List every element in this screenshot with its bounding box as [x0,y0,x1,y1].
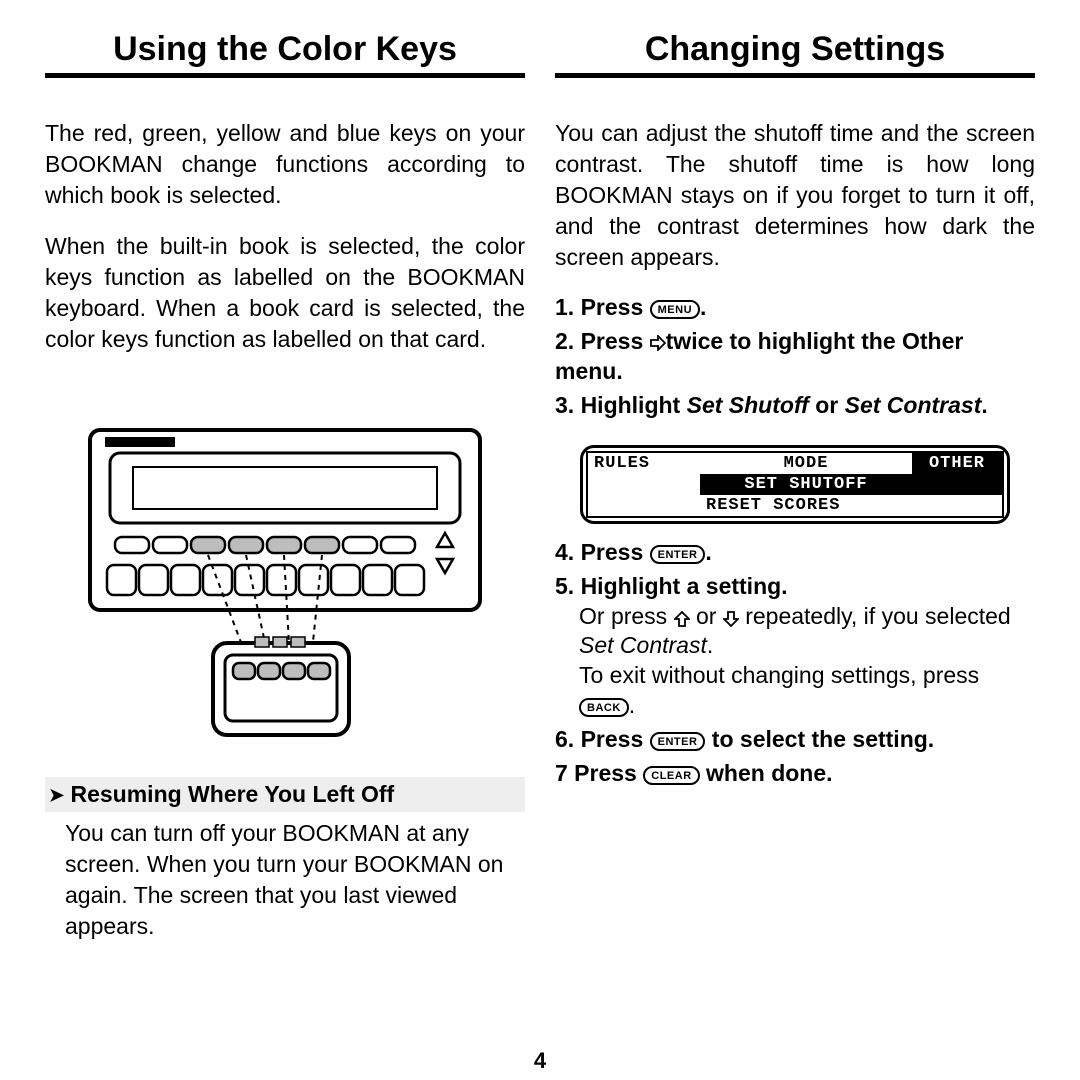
step-4: 4. Press ENTER. [555,538,1035,568]
step-6-b: to select the setting. [705,726,934,752]
step-5-body-c: repeatedly, if you selected [739,603,1011,629]
step-5: 5. Highlight a setting. Or press or repe… [555,572,1035,721]
screen-blank3 [588,495,700,516]
step-3-e: . [981,392,987,418]
back-button-icon: BACK [579,698,629,717]
step-3-c: or [809,392,845,418]
step-5-body2-a: To exit without changing settings, press [579,662,979,688]
screen-item-shutoff: SET SHUTOFF [700,474,912,495]
step-4-b: . [705,539,711,565]
screen-item-reset: RESET SCORES [700,495,930,516]
right-intro: You can adjust the shutoff time and the … [555,118,1035,273]
left-p1: The red, green, yellow and blue keys on … [45,118,525,211]
screen-blank2 [912,474,1002,495]
triangle-icon: ➤ [49,785,64,805]
steps-list: 1. Press MENU. 2. Press twice to highlig… [555,293,1035,425]
page-number: 4 [0,1048,1080,1074]
step-5-title: 5. Highlight a setting. [555,572,1035,602]
callout-body: You can turn off your BOOKMAN at any scr… [45,818,525,942]
left-title: Using the Color Keys [45,30,525,69]
steps-list-2: 4. Press ENTER. 5. Highlight a setting. … [555,538,1035,793]
step-5-body-a: Or press [579,603,674,629]
callout-title: ➤ Resuming Where You Left Off [45,777,525,812]
left-p2: When the built-in book is selected, the … [45,231,525,355]
step-7-a: 7 Press [555,760,643,786]
screen-tab-mode: MODE [700,453,912,474]
step-3-d: Set Contrast [845,392,982,418]
step-6-a: 6. Press [555,726,650,752]
callout-title-text: Resuming Where You Left Off [70,781,394,807]
step-6: 6. Press ENTER to select the setting. [555,725,1035,755]
arrow-down-icon [723,605,739,635]
left-column: Using the Color Keys The red, green, yel… [45,30,525,1070]
step-1: 1. Press MENU. [555,293,1035,323]
clear-button-icon: CLEAR [643,766,699,785]
right-column: Changing Settings You can adjust the shu… [555,30,1035,1070]
screen-tab-rules: RULES [588,453,700,474]
step-1-text: 1. Press [555,294,650,320]
step-5-body-b: or [690,603,723,629]
right-title: Changing Settings [555,30,1035,69]
right-rule [555,73,1035,78]
enter-button-icon: ENTER [650,545,706,564]
left-rule [45,73,525,78]
screen-tab-other: OTHER [912,453,1002,474]
step-7-b: when done. [700,760,833,786]
step-2-text-a: 2. Press [555,328,650,354]
lcd-screen-mock: RULES MODE OTHER SET SHUTOFF RESET SCORE… [580,445,1010,524]
device-illustration [45,425,525,755]
menu-button-icon: MENU [650,300,700,319]
screen-blank4 [930,495,1002,516]
step-3-b: Set Shutoff [687,392,809,418]
step-4-a: 4. Press [555,539,650,565]
step-2: 2. Press twice to highlight the Other me… [555,327,1035,387]
step-3-a: 3. Highlight [555,392,687,418]
step-5-body-e: . [707,632,713,658]
arrow-right-icon [650,329,666,359]
step-5-body2-b: . [629,692,635,718]
arrow-up-icon [674,605,690,635]
step-5-body-d: Set Contrast [579,632,707,658]
enter-button-icon-2: ENTER [650,732,706,751]
step-3: 3. Highlight Set Shutoff or Set Contrast… [555,391,1035,421]
step-7: 7 Press CLEAR when done. [555,759,1035,789]
screen-blank1 [588,474,700,495]
step-1-dot: . [700,294,706,320]
